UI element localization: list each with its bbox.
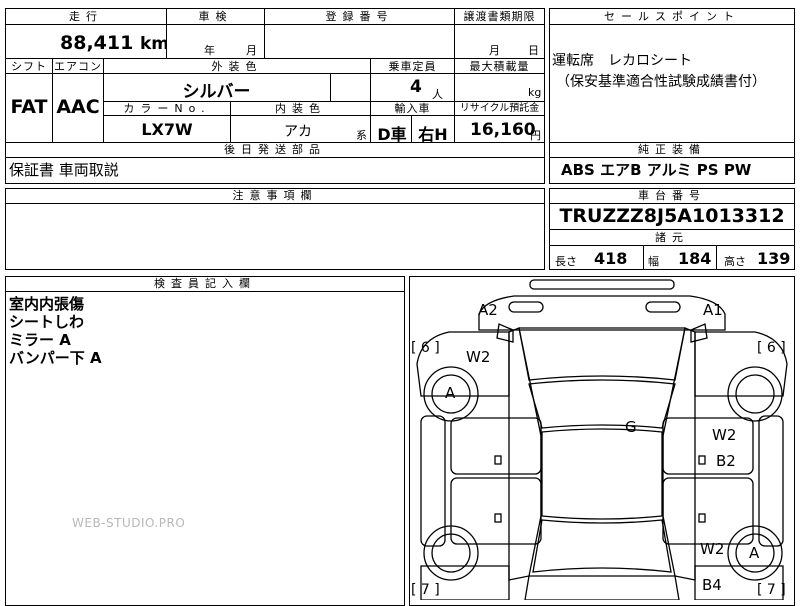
inspection-header: 車検	[198, 10, 233, 23]
left-rear-door-handle	[494, 513, 502, 523]
selling-points-line2: （保安基準適合性試験成績書付）	[556, 74, 766, 90]
inspection-year-label: 年	[204, 44, 215, 57]
inspector-header: 検査員記入欄	[154, 277, 256, 290]
shift-value: FAT	[10, 96, 48, 118]
right-rear-door-handle	[698, 513, 706, 523]
later-parts-value: 保証書 車両取説	[9, 161, 119, 179]
bracket-left-bottom: [ 7 ]	[411, 582, 440, 598]
max-load-unit: kg	[528, 86, 542, 99]
length-value: 418	[594, 249, 628, 268]
height-value: 139	[757, 249, 791, 268]
aircon-header: エアコン	[54, 60, 102, 73]
selling-points-header: セールスポイント	[604, 10, 740, 23]
interior-color-value: アカ	[284, 124, 312, 140]
registration-header: 登録番号	[325, 10, 394, 23]
label-a-right: A	[749, 544, 760, 562]
front-bumper-outline	[478, 295, 726, 331]
right-mirror	[690, 323, 708, 343]
color-no-header: カラーNo.	[123, 102, 211, 115]
inspector-line-1: 室内内張傷	[9, 295, 85, 313]
label-a2: A2	[478, 301, 498, 319]
windshield-outline	[528, 379, 676, 429]
hood-outline	[518, 327, 686, 381]
bracket-right-top: [ 6 ]	[757, 340, 786, 356]
left-body-side	[508, 327, 542, 581]
bracket-left-top: [ 6 ]	[411, 340, 440, 356]
chassis-value: TRUZZZ8J5A1013312	[559, 205, 785, 227]
import-header: 輸入車	[394, 102, 431, 115]
height-label: 高さ	[724, 255, 746, 268]
bracket-right-bottom: [ 7 ]	[757, 582, 786, 598]
right-front-wheel-inner	[735, 374, 775, 414]
label-w2-right-mid: W2	[712, 426, 737, 444]
capacity-value: 4	[410, 77, 422, 97]
right-rear-door	[662, 477, 754, 545]
recycle-value: 16,160	[470, 120, 536, 140]
front-bumper-strip	[529, 279, 675, 290]
standard-equipment-value: ABS エアB アルミ PS PW	[561, 161, 752, 179]
aircon-value: AAC	[56, 96, 100, 118]
roof-outline	[541, 428, 663, 520]
right-front-door	[662, 417, 754, 475]
transfer-deadline-header: 譲渡書類期限	[463, 10, 536, 23]
label-a1: A1	[703, 301, 723, 319]
label-g: G	[625, 418, 637, 436]
inspection-month-label: 月	[246, 44, 257, 57]
capacity-header: 乗車定員	[388, 60, 437, 73]
notes-header: 注意事項欄	[232, 189, 318, 202]
specs-header: 諸元	[655, 231, 689, 244]
label-w2-left: W2	[466, 348, 491, 366]
left-headlight	[508, 301, 544, 313]
car-diagram	[416, 279, 788, 600]
width-label: 幅	[648, 255, 659, 268]
watermark: WEB-STUDIO.PRO	[72, 516, 186, 530]
inspector-line-2: シートしわ	[9, 313, 85, 331]
later-parts-header: 後日発送部品	[224, 143, 326, 156]
label-w2-right-low: W2	[700, 540, 725, 558]
transfer-day-label: 日	[528, 44, 539, 57]
recycle-header: リサイクル預託金	[459, 103, 540, 114]
rear-bumper-outline	[524, 575, 680, 600]
left-front-door	[450, 417, 542, 475]
left-mirror	[496, 323, 514, 343]
interior-color-header: 内装色	[275, 102, 326, 115]
left-front-door-handle	[494, 455, 502, 465]
max-load-header: 最大積載量	[469, 60, 530, 73]
right-body-side	[662, 327, 696, 581]
exterior-color-header: 外装色	[211, 60, 263, 73]
capacity-unit: 人	[432, 88, 443, 101]
inspector-line-3: ミラー A	[9, 331, 71, 349]
standard-equipment-header: 純正装備	[638, 143, 706, 156]
label-a-left: A	[445, 384, 456, 402]
transfer-month-label: 月	[489, 44, 500, 57]
mileage-unit: km	[139, 34, 169, 54]
selling-points-line1: 運転席 レカロシート	[552, 53, 692, 69]
right-front-door-handle	[698, 455, 706, 465]
recycle-unit: 円	[530, 129, 541, 142]
rear-window-outline	[532, 519, 672, 573]
right-headlight	[645, 301, 681, 313]
left-rocker	[420, 415, 446, 547]
length-label: 長さ	[555, 255, 577, 268]
mileage-header: 走行	[69, 10, 103, 23]
color-no-value: LX7W	[141, 120, 193, 139]
label-b4: B4	[702, 576, 722, 594]
chassis-header: 車台番号	[638, 189, 706, 202]
inspector-line-4: バンパー下 A	[9, 349, 102, 367]
interior-color-suffix: 系	[356, 129, 367, 142]
left-rear-door	[450, 477, 542, 545]
label-b2: B2	[716, 452, 736, 470]
exterior-color-value: シルバー	[182, 82, 251, 102]
mileage-number: 88,411	[60, 32, 134, 54]
shift-header: シフト	[11, 60, 47, 73]
mileage-value: 88,411 km	[60, 32, 169, 54]
width-value: 184	[678, 249, 712, 268]
